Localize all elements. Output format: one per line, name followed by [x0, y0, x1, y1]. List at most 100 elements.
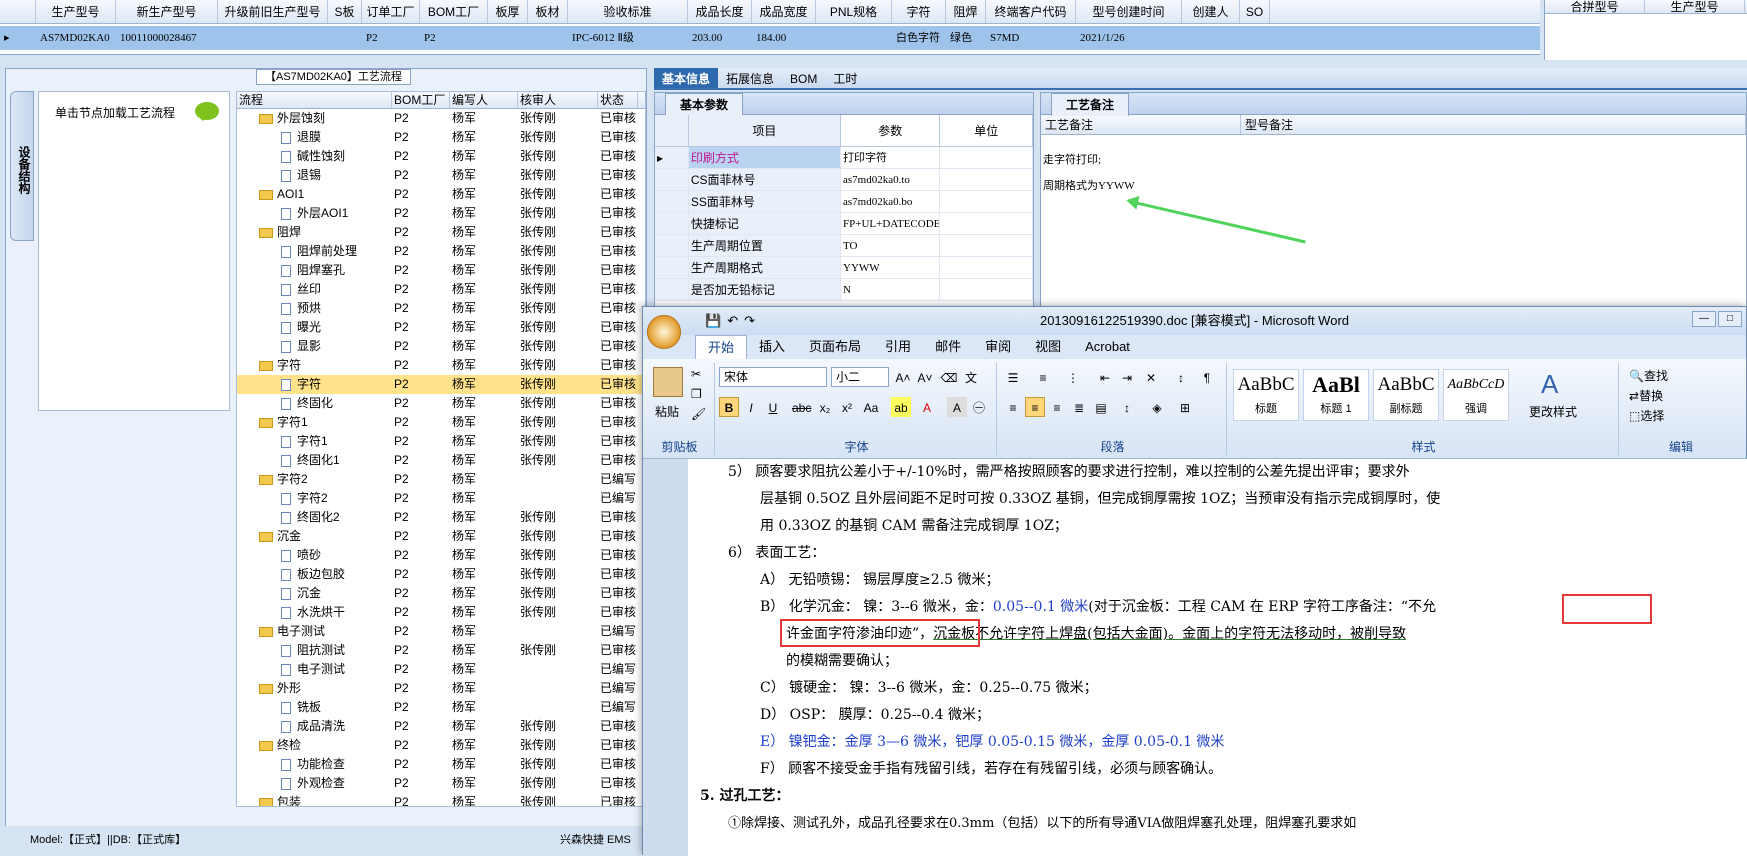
tree-row[interactable]: 沉金 P2 杨军 张传刚 已审核	[237, 527, 645, 546]
tree-row[interactable]: 曝光 P2 杨军 张传刚 已审核	[237, 318, 645, 337]
col-header[interactable]: 合拼型号	[1545, 0, 1645, 14]
tree-cell-name[interactable]: 阻焊前处理	[237, 242, 392, 261]
grid-cell[interactable]: P2	[362, 26, 420, 50]
grid-cell[interactable]	[1240, 26, 1270, 50]
phonetic-icon[interactable]: 文	[961, 367, 981, 387]
clear-format-icon[interactable]: ⌫	[939, 367, 959, 387]
tree-cell-name[interactable]: 外观检查	[237, 774, 392, 793]
param-item[interactable]: 生产周期位置	[688, 235, 842, 256]
table-row[interactable]: ▸ AS7MD02KA0 10011000028467 P2 P2 IPC-60…	[0, 26, 1540, 50]
col-header[interactable]: 成品宽度	[752, 0, 816, 23]
param-row[interactable]: 是否加无铅标记 N	[655, 279, 1033, 301]
tree-row[interactable]: 终固化 P2 杨军 张传刚 已审核	[237, 394, 645, 413]
tree-cell-name[interactable]: 成品清洗	[237, 717, 392, 736]
col-header[interactable]: 型号创建时间	[1076, 0, 1182, 23]
tree-row[interactable]: 终固化2 P2 杨军 张传刚 已审核	[237, 508, 645, 527]
tab-work-hours[interactable]: 工时	[825, 68, 865, 88]
col-header[interactable]: SO	[1240, 0, 1270, 23]
tree-row[interactable]: 沉金 P2 杨军 张传刚 已审核	[237, 584, 645, 603]
tree-cell-name[interactable]: 功能检查	[237, 755, 392, 774]
grid-cell[interactable]	[218, 26, 328, 50]
tree-row[interactable]: 外形 P2 杨军 已编写	[237, 679, 645, 698]
col-header[interactable]: PNL规格	[816, 0, 892, 23]
tree-cell-name[interactable]: 终固化1	[237, 451, 392, 470]
tree-cell-name[interactable]: 丝印	[237, 280, 392, 299]
change-case-icon[interactable]: Aa	[861, 397, 881, 417]
param-unit[interactable]	[940, 191, 1033, 212]
tree-row[interactable]: 字符1 P2 杨军 张传刚 已审核	[237, 432, 645, 451]
italic-icon[interactable]: I	[741, 397, 761, 417]
tree-cell-name[interactable]: 阻焊	[237, 223, 392, 242]
col-header[interactable]: 参数	[841, 115, 941, 146]
col-header[interactable]: 新生产型号	[116, 0, 218, 23]
word-titlebar[interactable]: 💾 ↶ ↷ 20130916122519390.doc [兼容模式] - Mic…	[643, 307, 1746, 335]
grid-cell[interactable]: 10011000028467	[116, 26, 218, 50]
font-color-icon[interactable]: A	[917, 397, 937, 417]
tree-cell-name[interactable]: 曝光	[237, 318, 392, 337]
col-header[interactable]: 终端客户代码	[986, 0, 1076, 23]
col-header[interactable]: 编写人	[450, 92, 518, 108]
line-spacing-icon[interactable]: ↕	[1117, 397, 1137, 417]
tree-row[interactable]: 显影 P2 杨军 张传刚 已审核	[237, 337, 645, 356]
tree-cell-name[interactable]: 包装	[237, 793, 392, 806]
merge-model-grid[interactable]: 合拼型号 生产型号	[1544, 0, 1747, 60]
style-heading1[interactable]: AaBl 标题 1	[1303, 369, 1369, 421]
bullets-icon[interactable]: ☰	[1003, 367, 1023, 387]
distribute-icon[interactable]: ▤	[1091, 397, 1111, 417]
tree-row[interactable]: 碱性蚀刻 P2 杨军 张传刚 已审核	[237, 147, 645, 166]
sort-icon[interactable]: ↕	[1171, 367, 1191, 387]
borders-icon[interactable]: ⊞	[1175, 397, 1195, 417]
tree-cell-name[interactable]: 字符	[237, 375, 392, 394]
strikethrough-icon[interactable]: abc	[791, 397, 811, 417]
increase-indent-icon[interactable]: ⇥	[1117, 367, 1137, 387]
tree-cell-name[interactable]: 字符	[237, 356, 392, 375]
params-grid[interactable]: 项目 参数 单位 ▸ 印刷方式 打印字符 CS面菲林号 as7md02ka0.to SS面…	[655, 115, 1033, 301]
tree-row[interactable]: 字符 P2 杨军 张传刚 已审核	[237, 375, 645, 394]
paste-button[interactable]: 粘贴	[655, 403, 679, 420]
multilevel-list-icon[interactable]: ⋮	[1063, 367, 1083, 387]
tree-row[interactable]: 外观检查 P2 杨军 张传刚 已审核	[237, 774, 645, 793]
tree-cell-name[interactable]: AOI1	[237, 185, 392, 204]
office-button-icon[interactable]	[647, 315, 681, 349]
ribbon-tab-insert[interactable]: 插入	[747, 335, 797, 359]
tree-row[interactable]: 阻抗测试 P2 杨军 张传刚 已审核	[237, 641, 645, 660]
tree-cell-name[interactable]: 终固化	[237, 394, 392, 413]
grid-cell[interactable]: P2	[420, 26, 488, 50]
col-header[interactable]: 状态	[598, 92, 638, 108]
tree-cell-name[interactable]: 字符2	[237, 470, 392, 489]
param-row[interactable]: 生产周期格式 YYWW	[655, 257, 1033, 279]
grid-cell[interactable]: 203.00	[688, 26, 752, 50]
replace-button[interactable]: ⇄替换	[1629, 387, 1663, 404]
numbering-icon[interactable]: ≡	[1033, 367, 1053, 387]
param-item[interactable]: 是否加无铅标记	[688, 279, 842, 300]
format-painter-icon[interactable]: 🖌	[691, 407, 706, 421]
maximize-icon[interactable]: □	[1718, 311, 1742, 327]
col-header[interactable]: 核审人	[518, 92, 598, 108]
tree-row[interactable]: 功能检查 P2 杨军 张传刚 已审核	[237, 755, 645, 774]
tree-cell-name[interactable]: 碱性蚀刻	[237, 147, 392, 166]
param-row[interactable]: 生产周期位置 TO	[655, 235, 1033, 257]
col-header[interactable]: 工艺备注	[1041, 115, 1241, 134]
grid-cell[interactable]	[328, 26, 362, 50]
param-row[interactable]: SS面菲林号 as7md02ka0.bo	[655, 191, 1033, 213]
detail-tabs[interactable]: 基本信息 拓展信息 BOM 工时	[654, 68, 1747, 90]
tree-cell-name[interactable]: 字符1	[237, 413, 392, 432]
col-header[interactable]: S板	[328, 0, 362, 23]
col-header[interactable]: 生产型号	[36, 0, 116, 23]
tree-cell-name[interactable]: 预烘	[237, 299, 392, 318]
col-header[interactable]: 阻焊	[946, 0, 986, 23]
grid-cell[interactable]: IPC-6012 Ⅱ级	[568, 26, 688, 50]
change-styles-button[interactable]: 更改样式	[1529, 403, 1577, 420]
font-name-select[interactable]: 宋体	[719, 367, 827, 387]
param-unit[interactable]	[940, 279, 1033, 300]
tree-row[interactable]: 字符1 P2 杨军 张传刚 已审核	[237, 413, 645, 432]
grid-cell[interactable]	[816, 26, 892, 50]
tree-cell-name[interactable]: 字符1	[237, 432, 392, 451]
tree-cell-name[interactable]: 显影	[237, 337, 392, 356]
param-unit[interactable]	[940, 235, 1033, 256]
ribbon-tab-home[interactable]: 开始	[695, 335, 748, 359]
justify-icon[interactable]: ≣	[1069, 397, 1089, 417]
tab-basic-info[interactable]: 基本信息	[654, 68, 719, 88]
tree-cell-name[interactable]: 电子测试	[237, 622, 392, 641]
param-value[interactable]: N	[841, 279, 941, 300]
